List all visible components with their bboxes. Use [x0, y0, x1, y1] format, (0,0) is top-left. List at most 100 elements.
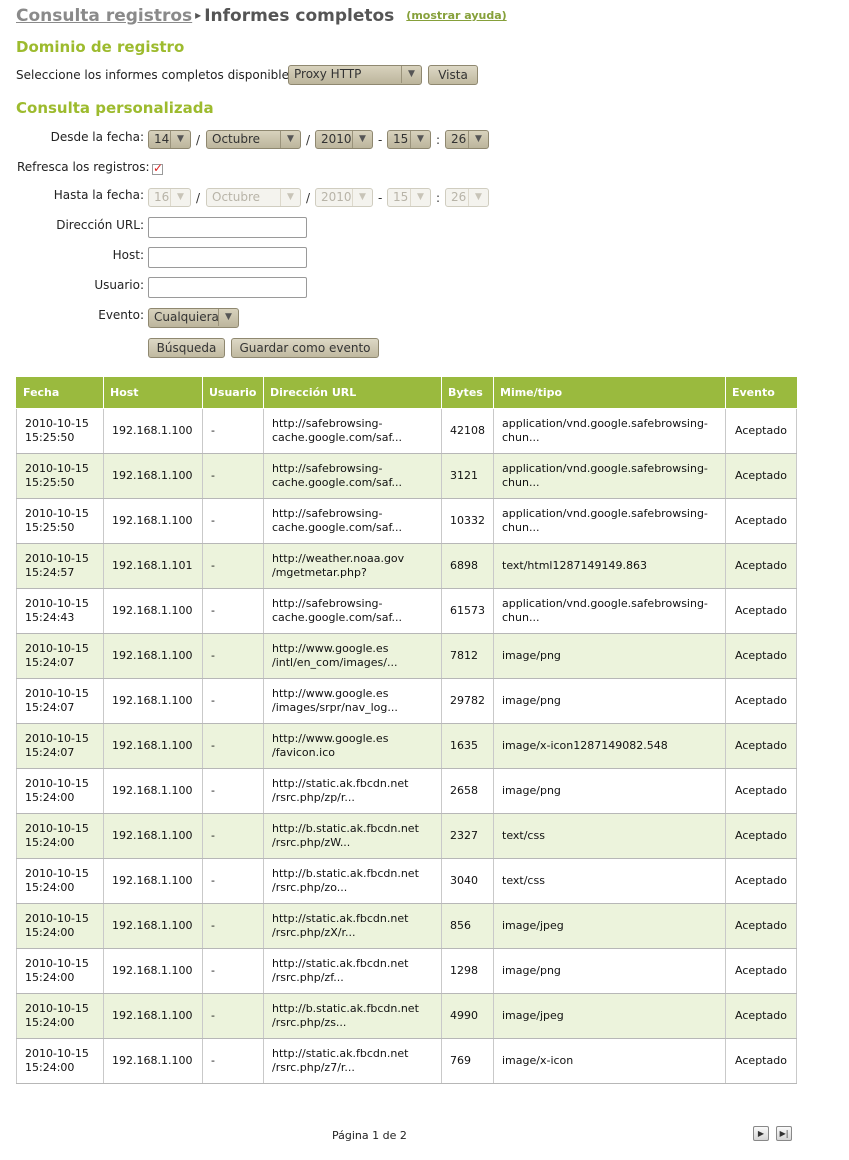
- table-row[interactable]: 2010-10-15 15:24:00 192.168.1.100 - http://s…: [16, 948, 797, 994]
- cell-url-line: /rsrc.php/zp/r...: [272, 791, 355, 804]
- table-row[interactable]: 2010-10-15 15:24:07 192.168.1.100 - http://w…: [16, 678, 797, 724]
- cell-host-line: 192.168.1.100: [112, 1054, 193, 1067]
- cell-date-line: 2010-10-15: [25, 867, 89, 880]
- cell-url-line: http://safebrowsing-: [272, 507, 383, 520]
- report-type-select[interactable]: Proxy HTTP ▼: [288, 65, 422, 85]
- cell-event-line: Aceptado: [735, 739, 787, 752]
- column-header-bytes[interactable]: Bytes: [441, 377, 494, 409]
- cell-host: 192.168.1.100: [103, 993, 203, 1039]
- cell-user-line: -: [211, 829, 215, 842]
- cell-url-line: cache.google.com/saf...: [272, 476, 403, 489]
- cell-date-line: 2010-10-15: [25, 462, 89, 475]
- table-row[interactable]: 2010-10-15 15:24:00 192.168.1.100 - http://s…: [16, 903, 797, 949]
- cell-user: -: [202, 858, 264, 904]
- table-row[interactable]: 2010-10-15 15:24:00 192.168.1.100 - http://s…: [16, 768, 797, 814]
- to-day-select[interactable]: 16 ▼: [148, 188, 191, 207]
- chevron-down-icon: ▼: [170, 131, 190, 148]
- table-row[interactable]: 2010-10-15 15:24:00 192.168.1.100 - http://b…: [16, 858, 797, 904]
- to-month-select[interactable]: Octubre ▼: [206, 188, 301, 207]
- to-minute-select[interactable]: 26 ▼: [445, 188, 489, 207]
- from-year-value: 2010: [321, 132, 352, 146]
- save-as-event-button[interactable]: Guardar como evento: [231, 338, 379, 358]
- cell-bytes-line: 61573: [450, 604, 485, 617]
- next-page-icon: ▶: [757, 1129, 765, 1138]
- cell-mime: image/png: [493, 633, 726, 679]
- cell-date-line: 15:24:07: [25, 701, 75, 714]
- column-header-host[interactable]: Host: [103, 377, 203, 409]
- table-row[interactable]: 2010-10-15 15:24:00 192.168.1.100 - http://b…: [16, 993, 797, 1039]
- cell-url-line: http://b.static.ak.fbcdn.net: [272, 822, 419, 835]
- event-select[interactable]: Cualquiera ▼: [148, 308, 239, 328]
- cell-user: -: [202, 588, 264, 634]
- cell-date: 2010-10-15 15:25:50: [16, 408, 104, 454]
- url-input[interactable]: [148, 217, 307, 238]
- view-button[interactable]: Vista: [428, 65, 478, 85]
- cell-url: http://b.static.ak.fbcdn.net/rsrc.php/zo…: [263, 858, 442, 904]
- results-table: Fecha Host Usuario Dirección URL Bytes M…: [16, 377, 797, 1084]
- table-row[interactable]: 2010-10-15 15:25:50 192.168.1.100 - http://s…: [16, 453, 797, 499]
- cell-date: 2010-10-15 15:24:00: [16, 993, 104, 1039]
- breadcrumb-separator: ▸: [195, 8, 202, 22]
- cell-date-line: 2010-10-15: [25, 732, 89, 745]
- column-header-url[interactable]: Dirección URL: [263, 377, 442, 409]
- show-help-link[interactable]: (mostrar ayuda): [406, 9, 506, 22]
- column-header-event[interactable]: Evento: [725, 377, 797, 409]
- table-row[interactable]: 2010-10-15 15:24:57 192.168.1.101 - http://w…: [16, 543, 797, 589]
- cell-event-line: Aceptado: [735, 424, 787, 437]
- cell-date: 2010-10-15 15:24:00: [16, 858, 104, 904]
- cell-mime: application/vnd.google.safebrowsing-chun…: [493, 453, 726, 499]
- column-header-user[interactable]: Usuario: [202, 377, 264, 409]
- cell-date-line: 2010-10-15: [25, 687, 89, 700]
- chevron-down-icon: ▼: [352, 131, 372, 148]
- last-page-button[interactable]: ▶|: [776, 1126, 792, 1141]
- from-hour-select[interactable]: 15 ▼: [387, 130, 431, 149]
- next-page-button[interactable]: ▶: [753, 1126, 769, 1141]
- cell-host: 192.168.1.100: [103, 768, 203, 814]
- table-row[interactable]: 2010-10-15 15:24:43 192.168.1.100 - http://s…: [16, 588, 797, 634]
- table-row[interactable]: 2010-10-15 15:24:07 192.168.1.100 - http://w…: [16, 633, 797, 679]
- to-year-select[interactable]: 2010 ▼: [315, 188, 373, 207]
- cell-user: -: [202, 543, 264, 589]
- cell-url-line: /rsrc.php/zW...: [272, 836, 351, 849]
- cell-date-line: 2010-10-15: [25, 552, 89, 565]
- cell-date-line: 2010-10-15: [25, 417, 89, 430]
- table-row[interactable]: 2010-10-15 15:25:50 192.168.1.100 - http://s…: [16, 498, 797, 544]
- cell-bytes: 1298: [441, 948, 494, 994]
- cell-date-line: 15:24:00: [25, 971, 75, 984]
- from-month-select[interactable]: Octubre ▼: [206, 130, 301, 149]
- chevron-down-icon: ▼: [280, 189, 300, 206]
- cell-bytes: 3040: [441, 858, 494, 904]
- cell-date-line: 2010-10-15: [25, 597, 89, 610]
- table-row[interactable]: 2010-10-15 15:24:00 192.168.1.100 - http://s…: [16, 1038, 797, 1084]
- search-button[interactable]: Búsqueda: [148, 338, 225, 358]
- cell-url-line: http://www.google.es: [272, 732, 389, 745]
- from-year-select[interactable]: 2010 ▼: [315, 130, 373, 149]
- cell-mime: image/jpeg: [493, 993, 726, 1039]
- cell-url-line: http://static.ak.fbcdn.net: [272, 957, 409, 970]
- cell-user-line: -: [211, 514, 215, 527]
- cell-url: http://safebrowsing-cache.google.com/saf…: [263, 588, 442, 634]
- from-day-select[interactable]: 14 ▼: [148, 130, 191, 149]
- host-input[interactable]: [148, 247, 307, 268]
- to-hour-select[interactable]: 15 ▼: [387, 188, 431, 207]
- from-minute-select[interactable]: 26 ▼: [445, 130, 489, 149]
- user-input[interactable]: [148, 277, 307, 298]
- cell-bytes-line: 42108: [450, 424, 485, 437]
- cell-host-line: 192.168.1.100: [112, 964, 193, 977]
- cell-host-line: 192.168.1.100: [112, 739, 193, 752]
- to-year-value: 2010: [321, 190, 352, 204]
- cell-mime-line: text/css: [502, 829, 545, 842]
- table-row[interactable]: 2010-10-15 15:24:00 192.168.1.100 - http://b…: [16, 813, 797, 859]
- table-row[interactable]: 2010-10-15 15:25:50 192.168.1.100 - http://s…: [16, 408, 797, 454]
- event-label: Evento:: [98, 308, 144, 322]
- column-header-mime[interactable]: Mime/tipo: [493, 377, 726, 409]
- cell-event: Aceptado: [725, 453, 797, 499]
- refresh-checkbox[interactable]: ✓: [152, 161, 163, 175]
- cell-url-line: /mgetmetar.php?: [272, 566, 367, 579]
- breadcrumb-parent-link[interactable]: Consulta registros: [16, 6, 192, 26]
- column-header-date[interactable]: Fecha: [16, 377, 104, 409]
- to-month-value: Octubre: [212, 190, 261, 204]
- to-day-value: 16: [154, 190, 170, 204]
- cell-event: Aceptado: [725, 678, 797, 724]
- table-row[interactable]: 2010-10-15 15:24:07 192.168.1.100 - http://w…: [16, 723, 797, 769]
